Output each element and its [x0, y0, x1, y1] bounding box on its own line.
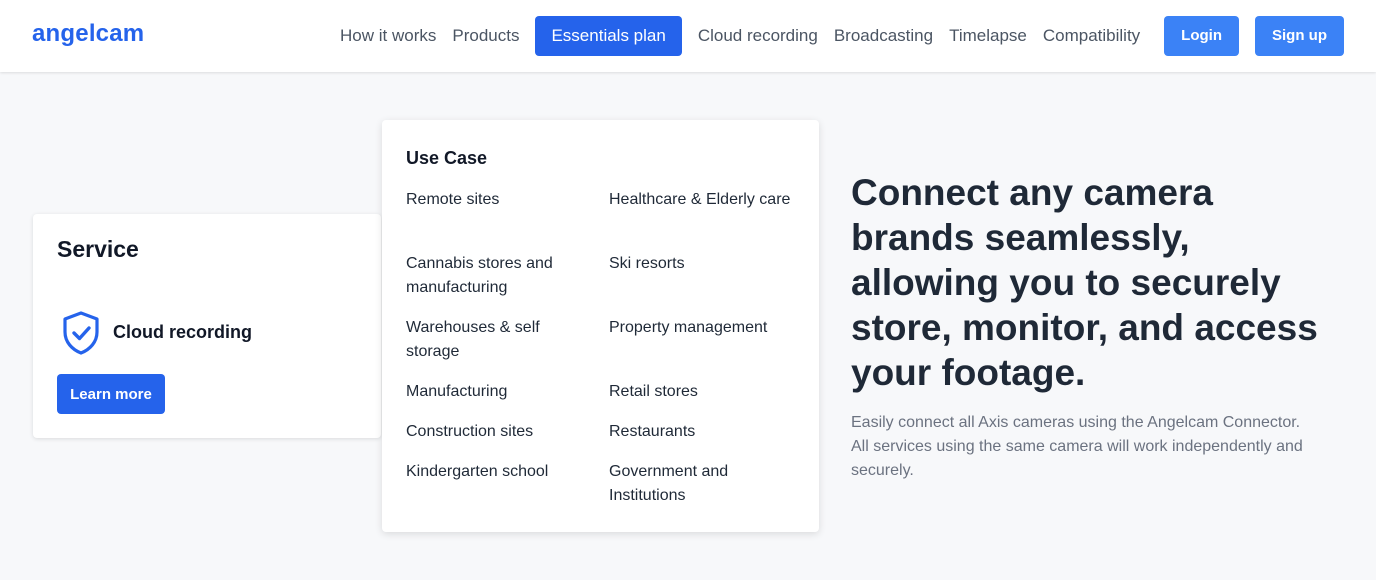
nav-compatibility[interactable]: Compatibility [1035, 16, 1148, 56]
use-case-card: Use Case Remote sites Healthcare & Elder… [382, 120, 819, 532]
use-case-warehouses[interactable]: Warehouses & self storage [406, 316, 581, 364]
top-navbar: angelcam How it works Products Essential… [0, 0, 1376, 72]
nav-broadcasting[interactable]: Broadcasting [826, 16, 941, 56]
service-name: Cloud recording [113, 322, 252, 342]
main-nav: How it works Products Essentials plan Cl… [332, 16, 1344, 56]
use-case-kindergarten[interactable]: Kindergarten school [406, 460, 581, 484]
use-case-title: Use Case [406, 148, 488, 168]
shield-check-icon [63, 311, 99, 355]
nav-timelapse[interactable]: Timelapse [941, 16, 1035, 56]
use-case-retail-stores[interactable]: Retail stores [609, 380, 799, 404]
nav-essentials-plan[interactable]: Essentials plan [535, 16, 682, 56]
use-case-government[interactable]: Government and Institutions [609, 460, 799, 508]
use-case-restaurants[interactable]: Restaurants [609, 420, 799, 444]
nav-products[interactable]: Products [444, 16, 527, 56]
use-case-cannabis[interactable]: Cannabis stores and manufacturing [406, 252, 581, 300]
nav-cloud-recording[interactable]: Cloud recording [690, 16, 826, 56]
service-card: Service Cloud recording Learn more [33, 214, 381, 438]
use-case-remote-sites[interactable]: Remote sites [406, 188, 581, 212]
learn-more-button[interactable]: Learn more [57, 374, 165, 414]
logo[interactable]: angelcam [32, 20, 144, 48]
use-case-healthcare[interactable]: Healthcare & Elderly care [609, 188, 799, 212]
use-case-ski-resorts[interactable]: Ski resorts [609, 252, 799, 276]
service-title: Service [57, 236, 139, 262]
signup-button[interactable]: Sign up [1255, 16, 1344, 56]
use-case-property-management[interactable]: Property management [609, 316, 799, 340]
hero-heading: Connect any camera brands seamlessly, al… [851, 172, 1318, 393]
nav-how-it-works[interactable]: How it works [332, 16, 444, 56]
hero-subtext: Easily connect all Axis cameras using th… [851, 414, 1303, 479]
use-case-manufacturing[interactable]: Manufacturing [406, 380, 581, 404]
login-button[interactable]: Login [1164, 16, 1239, 56]
use-case-construction-sites[interactable]: Construction sites [406, 420, 581, 444]
